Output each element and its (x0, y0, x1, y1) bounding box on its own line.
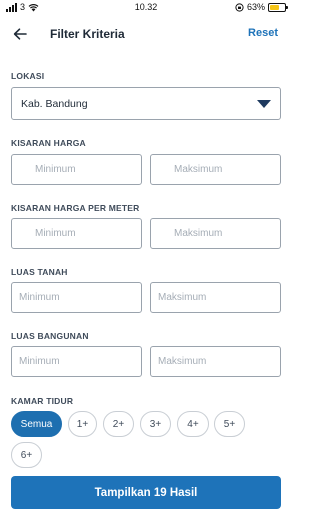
battery-percent: 63% (246, 2, 265, 12)
kamar-tidur-label: KAMAR TIDUR (11, 396, 74, 406)
show-results-button[interactable]: Tampilkan 19 Hasil (11, 476, 281, 509)
caret-down-icon (257, 100, 271, 108)
lokasi-selected-value: Kab. Bandung (21, 98, 88, 110)
harga-per-meter-max-input[interactable] (151, 219, 280, 248)
kisaran-harga-min-input[interactable] (12, 155, 141, 184)
chip-5plus[interactable]: 5+ (214, 411, 245, 437)
orientation-lock-icon (235, 2, 244, 12)
luas-bangunan-min-field[interactable] (11, 346, 142, 377)
luas-bangunan-min-input[interactable] (12, 347, 141, 376)
luas-tanah-min-field[interactable] (11, 282, 142, 313)
kisaran-harga-per-meter-label: KISARAN HARGA PER METER (11, 203, 140, 213)
luas-tanah-min-input[interactable] (12, 283, 141, 312)
kisaran-harga-min-field[interactable] (11, 154, 142, 185)
harga-per-meter-max-field[interactable] (150, 218, 281, 249)
chip-4plus[interactable]: 4+ (177, 411, 209, 437)
harga-per-meter-min-field[interactable] (11, 218, 142, 249)
kisaran-harga-max-input[interactable] (151, 155, 280, 184)
chip-6plus[interactable]: 6+ (11, 442, 42, 468)
arrow-left-icon (13, 28, 27, 40)
harga-per-meter-min-input[interactable] (12, 219, 141, 248)
luas-tanah-max-field[interactable] (150, 282, 281, 313)
back-button[interactable] (10, 24, 30, 44)
battery-icon (268, 2, 288, 12)
status-bar: 3 10.32 63% (0, 0, 292, 16)
lokasi-select[interactable]: Kab. Bandung (11, 87, 281, 120)
status-right: 63% (235, 2, 288, 12)
header: Filter Kriteria Reset (0, 18, 292, 52)
chip-1plus[interactable]: 1+ (68, 411, 97, 437)
luas-bangunan-max-input[interactable] (151, 347, 280, 376)
kisaran-harga-label: KISARAN HARGA (11, 138, 86, 148)
chip-2plus[interactable]: 2+ (103, 411, 134, 437)
chip-semua[interactable]: Semua (11, 411, 62, 437)
lokasi-label: LOKASI (11, 71, 45, 81)
luas-tanah-max-input[interactable] (151, 283, 280, 312)
chip-3plus[interactable]: 3+ (140, 411, 171, 437)
kisaran-harga-max-field[interactable] (150, 154, 281, 185)
luas-tanah-label: LUAS TANAH (11, 267, 68, 277)
luas-bangunan-max-field[interactable] (150, 346, 281, 377)
luas-bangunan-label: LUAS BANGUNAN (11, 331, 89, 341)
battery-fill (270, 4, 279, 10)
reset-button[interactable]: Reset (248, 27, 278, 39)
page-title: Filter Kriteria (50, 27, 125, 41)
